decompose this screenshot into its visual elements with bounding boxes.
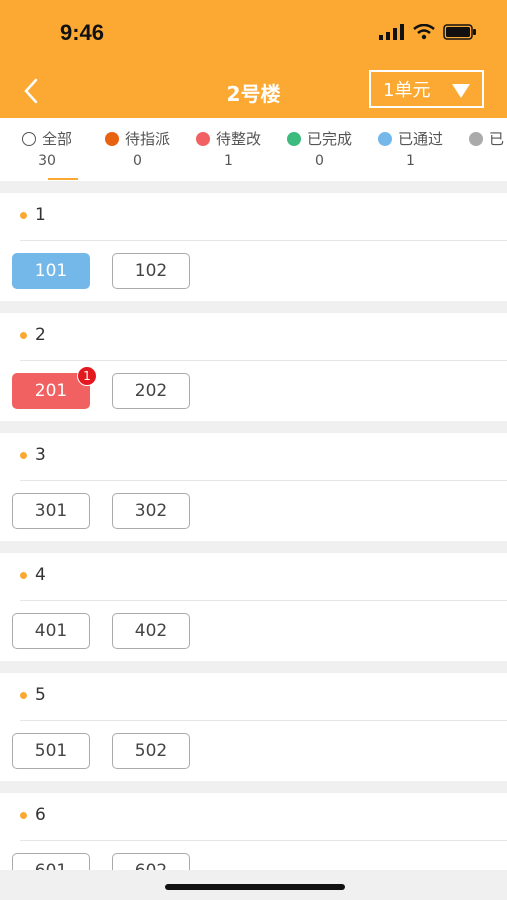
floor-label: 6 [35,805,46,825]
filter-label-row: 已通过 [378,128,443,149]
filter-label: 全部 [42,130,73,148]
room-button[interactable]: 602 [112,853,190,871]
header-bar: 9:46 2号楼 1单元 [0,0,507,118]
filter-label: 已 [489,130,505,148]
floor-dot-icon [20,451,27,459]
filter-tab[interactable]: 全部 30 [22,128,78,180]
status-dot-icon [196,131,210,146]
divider [20,840,507,841]
divider [20,240,507,241]
filter-count: 1 [406,153,415,169]
room-number: 201 [34,381,68,401]
status-dot-icon [378,131,392,146]
room-button[interactable]: 101 [12,253,90,289]
status-dot-icon [105,131,119,146]
notification-badge: 1 [77,366,97,386]
room-button[interactable]: 301 [12,493,90,529]
room-number: 102 [134,261,168,281]
status-dot-icon [469,131,483,146]
signal-icon [379,24,404,40]
unit-selector-label: 1单元 [383,80,431,101]
floor-dot-icon [20,331,27,339]
dropdown-triangle-icon [452,84,470,98]
floor-title: 2 [20,325,46,345]
status-icons [379,24,477,40]
floor-section: 4 401 402 [0,553,507,661]
filter-label-row: 待指派 [105,128,170,149]
room-button[interactable]: 302 [112,493,190,529]
home-indicator-area [0,870,507,900]
filter-label: 已完成 [307,130,353,148]
status-dot-icon [22,131,36,146]
floor-dot-icon [20,571,27,579]
filter-count: 30 [38,153,56,169]
room-button[interactable]: 402 [112,613,190,649]
floor-list: 1 101 102 2 201 1 202 3 301 302 4 401 402 5 501 502 6 601… [0,181,507,871]
floor-title: 6 [20,805,46,825]
filter-count: 0 [133,153,142,169]
filter-tab[interactable]: 已 [469,128,504,178]
active-tab-underline [48,178,78,180]
room-button[interactable]: 601 [12,853,90,871]
room-button[interactable]: 502 [112,733,190,769]
room-number: 401 [34,621,68,641]
room-button[interactable]: 401 [12,613,90,649]
room-number: 502 [134,741,168,761]
filter-tab[interactable]: 已完成 0 [287,128,352,178]
floor-title: 3 [20,445,46,465]
room-number: 101 [34,261,68,281]
filter-tab[interactable]: 已通过 1 [378,128,443,178]
divider [20,360,507,361]
divider [20,600,507,601]
floor-dot-icon [20,211,27,219]
status-dot-icon [287,131,301,146]
filter-tab[interactable]: 待指派 0 [105,128,170,178]
filter-count: 0 [315,153,324,169]
unit-selector[interactable]: 1单元 [369,70,484,108]
floor-section: 6 601 602 [0,793,507,871]
room-number: 202 [134,381,168,401]
battery-icon [443,24,476,40]
filter-label: 待指派 [125,130,171,148]
floor-label: 2 [35,325,46,345]
floor-dot-icon [20,811,27,819]
floor-label: 4 [35,565,46,585]
floor-label: 3 [35,445,46,465]
filter-label-row: 已完成 [287,128,352,149]
room-button[interactable]: 501 [12,733,90,769]
divider [20,480,507,481]
status-time: 9:46 [60,20,105,45]
wifi-icon [413,24,435,40]
room-number: 301 [34,501,68,521]
filter-tab[interactable]: 待整改 1 [196,128,261,178]
status-filter-bar: 全部 30 待指派 0 待整改 1 已完成 0 已通过 1 已 [0,118,507,181]
room-button[interactable]: 202 [112,373,190,409]
filter-label: 已通过 [398,130,444,148]
filter-label: 待整改 [216,130,262,148]
home-indicator [165,884,345,890]
filter-label-row: 已 [469,128,504,149]
room-number: 402 [134,621,168,641]
room-number: 302 [134,501,168,521]
room-button[interactable]: 102 [112,253,190,289]
floor-dot-icon [20,691,27,699]
floor-section: 5 501 502 [0,673,507,781]
divider [20,720,507,721]
floor-section: 1 101 102 [0,193,507,301]
floor-section: 3 301 302 [0,433,507,541]
filter-label-row: 待整改 [196,128,261,149]
floor-title: 1 [20,205,46,225]
room-button[interactable]: 201 1 [12,366,97,409]
floor-title: 5 [20,685,46,705]
filter-label-row: 全部 [22,128,72,149]
filter-count: 1 [224,153,233,169]
room-number: 501 [34,741,68,761]
floor-section: 2 201 1 202 [0,313,507,421]
floor-label: 1 [35,205,46,225]
floor-title: 4 [20,565,46,585]
floor-label: 5 [35,685,46,705]
